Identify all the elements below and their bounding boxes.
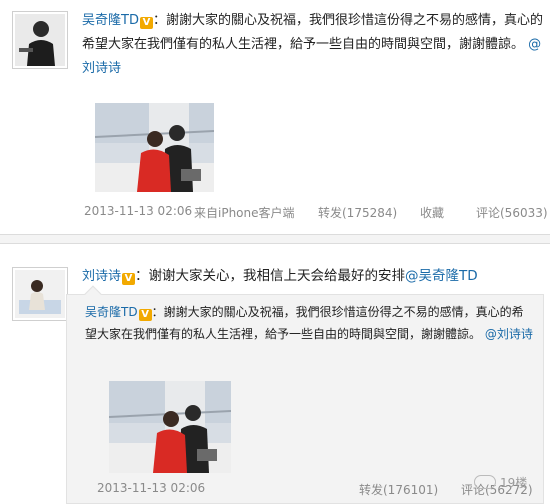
source-link[interactable]: 来自iPhone客户端: [194, 204, 295, 221]
mention-link[interactable]: @吴奇隆TD: [405, 268, 478, 284]
quoted-author-link[interactable]: 吴奇隆TD: [85, 305, 138, 319]
author-link[interactable]: 刘诗诗: [82, 269, 121, 284]
weibo-post-liu: 刘诗诗 V ：谢谢大家关心，我相信上天会给最好的安排@吴奇隆TD 吴奇隆TD V ：謝謝…: [0, 248, 550, 504]
weibo-post-wu: 吴奇隆TD V ：謝謝大家的關心及祝福，我們很珍惜這份得之不易的感情，真心的希望大家…: [0, 0, 550, 232]
quoted-meta: 2013-11-13 02:06 转发(176101) 评论(56272): [67, 481, 543, 497]
quoted-text: ：謝謝大家的關心及祝福，我們很珍惜這份得之不易的感情，真心的希望大家在我們僅有的…: [85, 305, 524, 341]
post-photo[interactable]: [95, 103, 214, 192]
quoted-text-block: 吴奇隆TD V ：謝謝大家的關心及祝福，我們很珍惜這份得之不易的感情，真心的希望大家…: [85, 301, 535, 345]
post-text: ：谢谢大家关心，我相信上天会给最好的安排: [135, 268, 406, 284]
couple-photo: [109, 381, 231, 473]
post-text-block: 吴奇隆TD V ：謝謝大家的關心及祝福，我們很珍惜這份得之不易的感情，真心的希望大家…: [82, 9, 544, 81]
comment-link[interactable]: 评论(56033): [476, 204, 548, 221]
site-watermark: 19楼: [474, 474, 527, 491]
quoted-photo[interactable]: [109, 381, 231, 473]
avatar-photo: [15, 14, 65, 66]
watermark-text: 19楼: [500, 476, 528, 490]
couple-photo: [95, 103, 214, 192]
watermark-logo-icon: [474, 475, 496, 489]
verified-badge-icon: V: [139, 17, 153, 29]
reposted-content: 吴奇隆TD V ：謝謝大家的關心及祝福，我們很珍惜這份得之不易的感情，真心的希望大家…: [66, 285, 544, 504]
quoted-repost-link[interactable]: 转发(176101): [359, 481, 438, 498]
avatar[interactable]: [12, 267, 68, 321]
verified-badge-icon: V: [138, 309, 152, 321]
quoted-timestamp[interactable]: 2013-11-13 02:06: [97, 481, 205, 495]
favorite-link[interactable]: 收藏: [420, 204, 444, 221]
verified-badge-icon: V: [122, 273, 136, 285]
post-text-block: 刘诗诗 V ：谢谢大家关心，我相信上天会给最好的安排@吴奇隆TD: [82, 264, 544, 289]
avatar[interactable]: [12, 11, 68, 69]
repost-link[interactable]: 转发(175284): [318, 204, 397, 221]
quoted-mention-link[interactable]: @刘诗诗: [485, 327, 533, 341]
post-divider: [0, 234, 550, 244]
author-link[interactable]: 吴奇隆TD: [82, 13, 139, 28]
avatar-photo: [15, 270, 65, 318]
timestamp[interactable]: 2013-11-13 02:06: [84, 204, 192, 218]
post-meta: 2013-11-13 02:06 来自iPhone客户端 转发(175284) …: [0, 204, 550, 220]
